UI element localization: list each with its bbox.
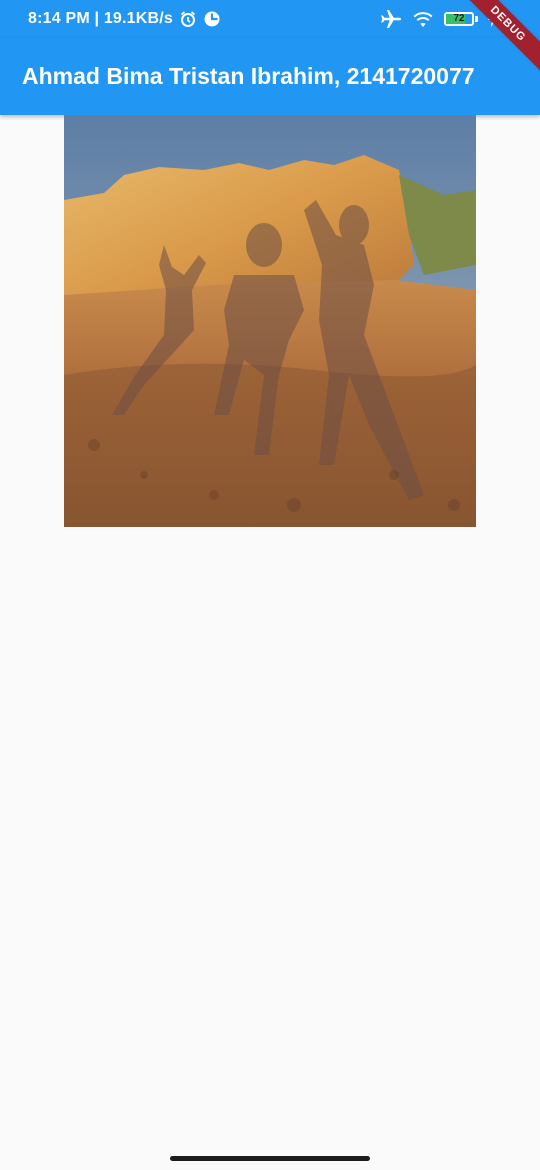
status-bar: 8:14 PM | 19.1KB/s 72 [0, 0, 540, 38]
alarm-icon [179, 10, 197, 28]
status-time: 8:14 PM | 19.1KB/s [28, 10, 174, 27]
wifi-icon [412, 10, 434, 28]
battery-icon: 72 [444, 12, 478, 26]
airplane-mode-icon [380, 9, 402, 29]
shadow-photo-image [64, 115, 476, 527]
battery-level: 72 [453, 13, 465, 24]
page-title: Ahmad Bima Tristan Ibrahim, 2141720077 [22, 63, 475, 89]
data-saver-icon [203, 10, 221, 28]
app-bar: Ahmad Bima Tristan Ibrahim, 2141720077 [0, 38, 540, 115]
status-left: 8:14 PM | 19.1KB/s [28, 0, 221, 38]
gesture-nav-handle[interactable] [170, 1156, 370, 1161]
